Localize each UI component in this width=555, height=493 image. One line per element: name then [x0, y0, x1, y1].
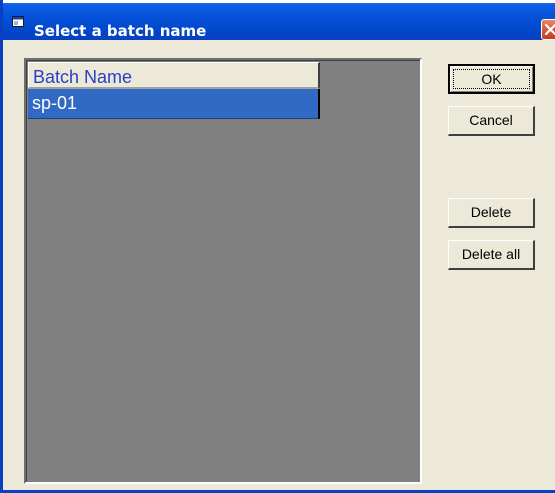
list-item-label: sp-01 — [32, 93, 78, 113]
delete-all-button[interactable]: Delete all — [448, 240, 535, 270]
close-button[interactable] — [541, 19, 555, 40]
column-header-label: Batch Name — [33, 67, 133, 87]
cancel-button-label: Cancel — [469, 112, 513, 128]
delete-all-button-label: Delete all — [461, 246, 521, 262]
delete-button[interactable]: Delete — [448, 198, 535, 228]
delete-button-label: Delete — [470, 204, 512, 220]
batch-list[interactable]: Batch Name sp-01 — [24, 58, 422, 484]
window-title: Select a batch name — [34, 22, 207, 40]
cancel-button[interactable]: Cancel — [448, 106, 535, 136]
dialog-client-area: Batch Name sp-01 OK Cancel Delete Delete… — [6, 40, 555, 490]
ok-button[interactable]: OK — [448, 64, 535, 94]
title-bar[interactable]: Select a batch name — [3, 0, 555, 40]
title-bar-top-edge — [3, 0, 555, 3]
column-header-batch-name[interactable]: Batch Name — [28, 62, 320, 89]
list-item[interactable]: sp-01 — [28, 89, 320, 119]
close-icon — [544, 23, 555, 36]
dialog-window: Select a batch name Batch Name sp-01 OK … — [0, 0, 555, 493]
ok-button-label: OK — [481, 71, 502, 87]
window-app-icon — [12, 16, 24, 27]
